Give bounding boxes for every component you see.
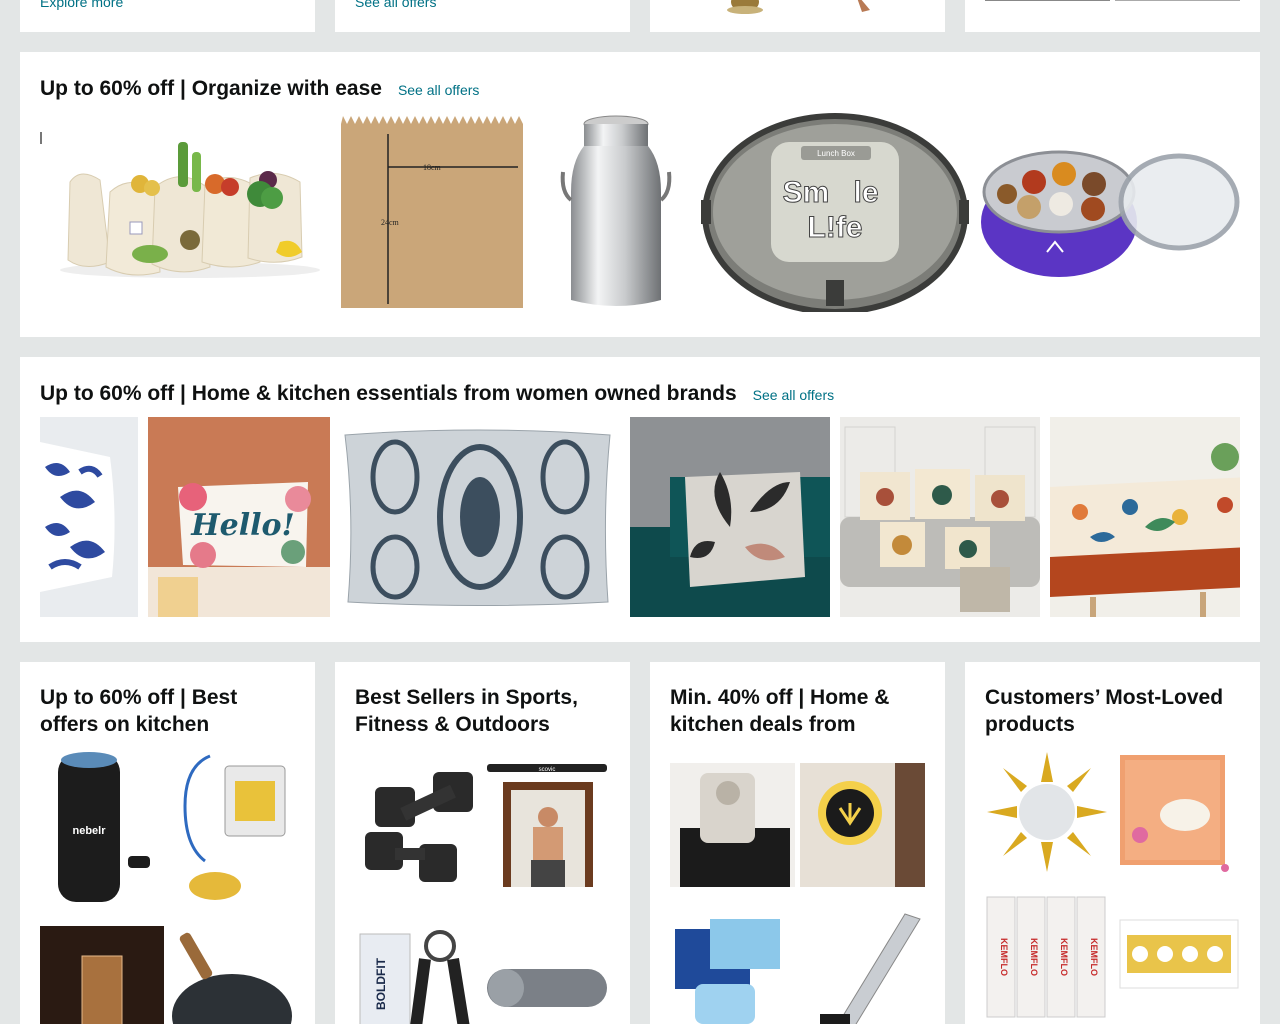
paper-bag-width-label: 18cm	[423, 163, 442, 172]
paper-bag-image[interactable]: 18cm 24cm	[333, 112, 531, 312]
top-card-4	[965, 0, 1260, 32]
organize-product-strip: 18cm 24cm Lunch Box Sm le L!fe	[40, 112, 1240, 312]
whiskey-glass-image[interactable]	[40, 926, 164, 1024]
nebelr-brand-text: nebelr	[72, 825, 106, 837]
boldfit-brand-text: BOLDFIT	[374, 957, 388, 1010]
lunch-box-brand-line2: le	[853, 176, 878, 209]
coffee-machine-image[interactable]	[670, 763, 795, 887]
spice-box-image[interactable]	[979, 112, 1240, 312]
tawa-pan-image[interactable]	[170, 926, 294, 1024]
top-card-3	[650, 0, 945, 32]
sports-bestsellers-title: Best Sellers in Sports, Fitness & Outdoo…	[355, 686, 578, 736]
lunch-box-lid-label: Lunch Box	[817, 149, 855, 158]
damask-cushion-image[interactable]	[340, 417, 620, 617]
organize-see-all-link[interactable]: See all offers	[398, 82, 479, 98]
yoga-mat-image[interactable]	[485, 924, 609, 1024]
home-kitchen-deals-card: Min. 40% off | Home & kitchen deals from	[650, 662, 945, 1024]
home-kitchen-deals-title: Min. 40% off | Home & kitchen deals from	[670, 686, 890, 736]
dumbbells-image[interactable]	[355, 762, 479, 887]
lunch-box-brand-line1: Sm	[783, 176, 830, 209]
gift-box-image[interactable]	[1115, 750, 1240, 875]
top-card-1: Explore more	[20, 0, 315, 32]
hand-gripper-image[interactable]: BOLDFIT	[355, 924, 479, 1024]
organize-row-card: Up to 60% off | Organize with ease See a…	[20, 52, 1260, 337]
top-card-3-image[interactable]	[650, 0, 945, 32]
air-purifier-image[interactable]: nebelr	[40, 746, 164, 906]
kemflo-brand-text-4: KEMFLO	[1089, 938, 1099, 976]
women-brands-row-card: Up to 60% off | Home & kitchen essential…	[20, 357, 1260, 642]
kemflo-brand-text-3: KEMFLO	[1059, 938, 1069, 976]
produce-bags-image[interactable]	[40, 112, 323, 312]
kitchen-offers-title: Up to 60% off | Best offers on kitchen	[40, 686, 238, 736]
milk-can-image[interactable]	[541, 112, 691, 312]
organize-row-title: Up to 60% off | Organize with ease	[40, 77, 382, 100]
see-all-offers-link[interactable]: See all offers	[355, 0, 436, 10]
hello-cushion-text: Hello!	[190, 508, 294, 543]
bird-tablecloth-image[interactable]	[1050, 417, 1240, 617]
most-loved-title: Customers’ Most-Loved products	[985, 686, 1224, 736]
top-card-2: See all offers	[335, 0, 630, 32]
women-product-strip: Hello!	[40, 417, 1240, 617]
golden-border-image[interactable]	[1115, 895, 1240, 1020]
kemflo-rolls-image[interactable]: KEMFLO KEMFLO KEMFLO KEMFLO	[985, 895, 1110, 1020]
ikat-cushion-image[interactable]	[40, 417, 138, 617]
paper-bag-height-label: 24cm	[381, 218, 400, 227]
kemflo-brand-text-2: KEMFLO	[1029, 938, 1039, 976]
kitchen-offers-card: Up to 60% off | Best offers on kitchen n…	[20, 662, 315, 1024]
sun-mirror-image[interactable]	[985, 750, 1110, 875]
lunch-box-image[interactable]: Lunch Box Sm le L!fe	[701, 112, 969, 312]
hello-cushion-image[interactable]: Hello!	[148, 417, 330, 617]
women-see-all-link[interactable]: See all offers	[753, 387, 834, 403]
leaf-cushion-image[interactable]	[630, 417, 830, 617]
sports-bestsellers-card: Best Sellers in Sports, Fitness & Outdoo…	[335, 662, 630, 1024]
crinkle-cutter-image[interactable]	[800, 909, 925, 1024]
women-row-title: Up to 60% off | Home & kitchen essential…	[40, 382, 737, 405]
most-loved-card: Customers’ Most-Loved products KEMFLO KE…	[965, 662, 1260, 1024]
pullup-bar-image[interactable]: scovic	[485, 762, 609, 887]
top-card-4-image[interactable]	[965, 0, 1260, 32]
oil-pump-image[interactable]	[170, 746, 294, 906]
lunch-box-brand-line3: L!fe	[808, 211, 863, 244]
wall-lamp-image[interactable]	[800, 763, 925, 887]
face-masks-image[interactable]	[670, 909, 795, 1024]
floral-cushions-image[interactable]	[840, 417, 1040, 617]
explore-more-link[interactable]: Explore more	[40, 0, 123, 10]
kemflo-brand-text-1: KEMFLO	[999, 938, 1009, 976]
pullup-bar-brand-text: scovic	[539, 767, 556, 773]
